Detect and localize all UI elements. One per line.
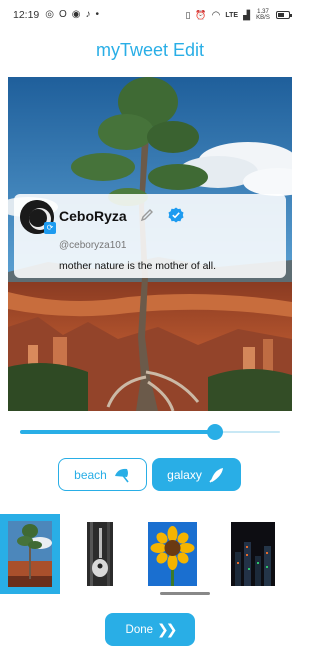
tree-thumbnail[interactable] [0,514,60,594]
rocket-icon [209,467,223,483]
city-night-thumbnail[interactable] [231,522,275,586]
slider-active-track [20,430,215,434]
tweet-card[interactable]: ⟳ CeboRyza @ceboryza101 mother nature is… [14,194,286,278]
messenger-icon: ◎ [45,9,55,20]
notification-icons: ◎ O ◉ ♪ • [45,10,99,20]
beach-label: beach [74,467,107,482]
more-dot-icon: • [95,9,100,20]
signal-icon: ▟ [243,9,250,20]
umbrella-icon [114,468,129,482]
tiktok-icon: ♪ [85,9,91,20]
wifi-icon: ◠ [211,9,221,21]
vibrate-icon: ▯ [185,9,191,20]
double-chevron-right-icon: ❯❯ [157,621,178,637]
tweet-display-name: CeboRyza [59,208,127,224]
thumbnail-scroll-indicator[interactable] [160,592,210,595]
galaxy-button[interactable]: galaxy [152,458,241,491]
opacity-slider[interactable] [20,424,280,440]
guitar-thumbnail[interactable] [87,522,113,586]
beach-button[interactable]: beach [58,458,147,491]
alarm-icon: ⏰ [195,9,207,20]
status-bar: 12:19 ◎ O ◉ ♪ • ▯ ⏰ ◠ LTE ▟ 1.37 KB/S [0,0,300,30]
edit-pencil-icon[interactable] [139,207,155,223]
sunflower-thumbnail[interactable] [148,522,197,586]
opera-icon: O [59,9,67,20]
done-label: Done [125,623,154,636]
battery-icon [276,11,292,19]
messenger-alt-icon: ◉ [71,9,81,20]
page-title: myTweet Edit [95,40,205,60]
tweet-handle: @ceboryza101 [59,240,127,251]
done-button[interactable]: Done ❯❯ [105,613,195,646]
network-type: LTE [225,11,239,19]
slider-thumb[interactable] [207,424,223,440]
verified-badge-icon [168,207,184,223]
network-speed: 1.37 KB/S [256,9,270,21]
tweet-text: mother nature is the mother of all. [59,260,216,272]
thumbnail-strip[interactable] [0,514,300,594]
status-time: 12:19 [13,9,40,21]
galaxy-label: galaxy [167,467,202,482]
refresh-avatar-icon[interactable]: ⟳ [44,222,56,234]
